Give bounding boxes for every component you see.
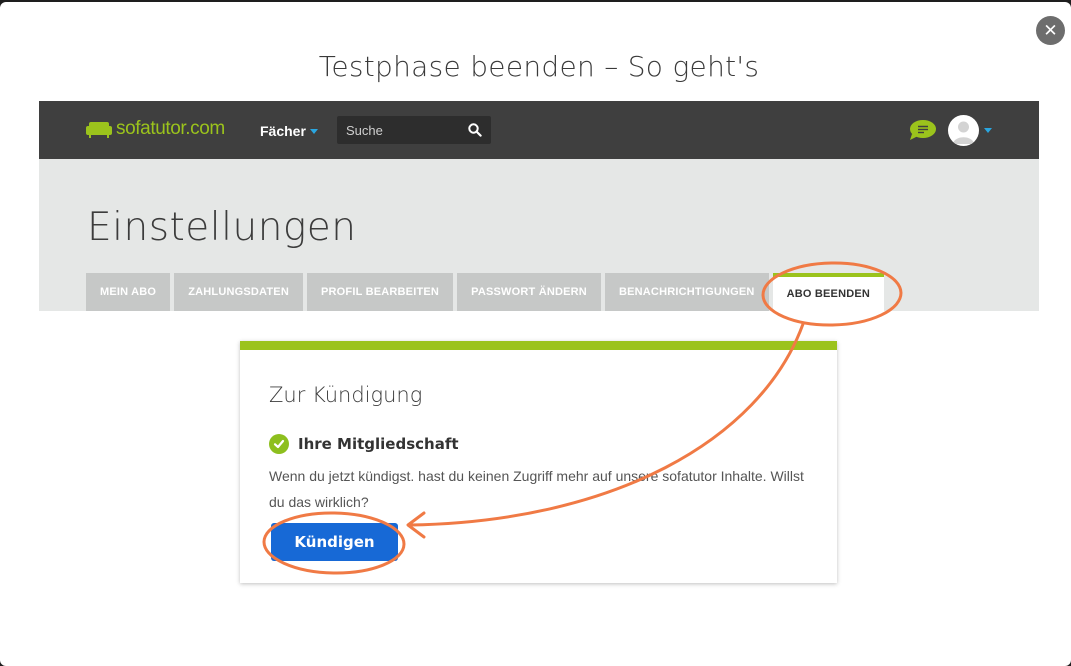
tab-abo-beenden[interactable]: ABO BEENDEN xyxy=(772,273,885,311)
search-box xyxy=(337,116,491,144)
tutorial-modal: ✕ Testphase beenden – So geht's sofatuto… xyxy=(0,2,1071,666)
settings-tabs: MEIN ABO ZAHLUNGSDATEN PROFIL BEARBEITEN… xyxy=(86,273,885,311)
subjects-menu[interactable]: Fächer xyxy=(260,123,318,139)
close-icon[interactable]: ✕ xyxy=(1036,16,1065,45)
cancellation-card: Zur Kündigung Ihre Mitgliedschaft Wenn d… xyxy=(240,341,837,583)
chat-icon[interactable] xyxy=(909,119,938,141)
logo-text: sofatutor.com xyxy=(116,118,225,139)
page-title: Einstellungen xyxy=(87,205,357,250)
sofa-icon xyxy=(86,122,112,138)
avatar[interactable] xyxy=(948,115,979,146)
chevron-down-icon[interactable] xyxy=(984,128,992,133)
card-title: Zur Kündigung xyxy=(269,383,423,407)
cancellation-text: Wenn du jetzt kündigst. hast du keinen Z… xyxy=(269,468,804,510)
logo[interactable]: sofatutor.com xyxy=(86,118,225,140)
membership-label: Ihre Mitgliedschaft xyxy=(298,435,459,453)
membership-row: Ihre Mitgliedschaft xyxy=(269,434,459,454)
modal-title: Testphase beenden – So geht's xyxy=(318,50,760,83)
navbar: sofatutor.com Fächer xyxy=(39,101,1039,159)
user-icon xyxy=(953,121,974,144)
tab-passwort-aendern[interactable]: PASSWORT ÄNDERN xyxy=(457,273,601,311)
subjects-label: Fächer xyxy=(260,123,306,139)
tab-zahlungsdaten[interactable]: ZAHLUNGSDATEN xyxy=(174,273,303,311)
settings-screenshot: sofatutor.com Fächer Suche Einstellungen… xyxy=(39,101,1039,311)
check-circle-icon xyxy=(269,434,289,454)
cancel-subscription-button[interactable]: Kündigen xyxy=(271,523,398,561)
tab-profil-bearbeiten[interactable]: PROFIL BEARBEITEN xyxy=(306,273,454,311)
tab-mein-abo[interactable]: MEIN ABO xyxy=(86,273,171,311)
tab-benachrichtigungen[interactable]: BENACHRICHTIGUNGEN xyxy=(604,273,769,311)
chevron-down-icon xyxy=(309,128,318,134)
search-input[interactable] xyxy=(346,122,456,138)
search-icon[interactable] xyxy=(468,123,482,137)
